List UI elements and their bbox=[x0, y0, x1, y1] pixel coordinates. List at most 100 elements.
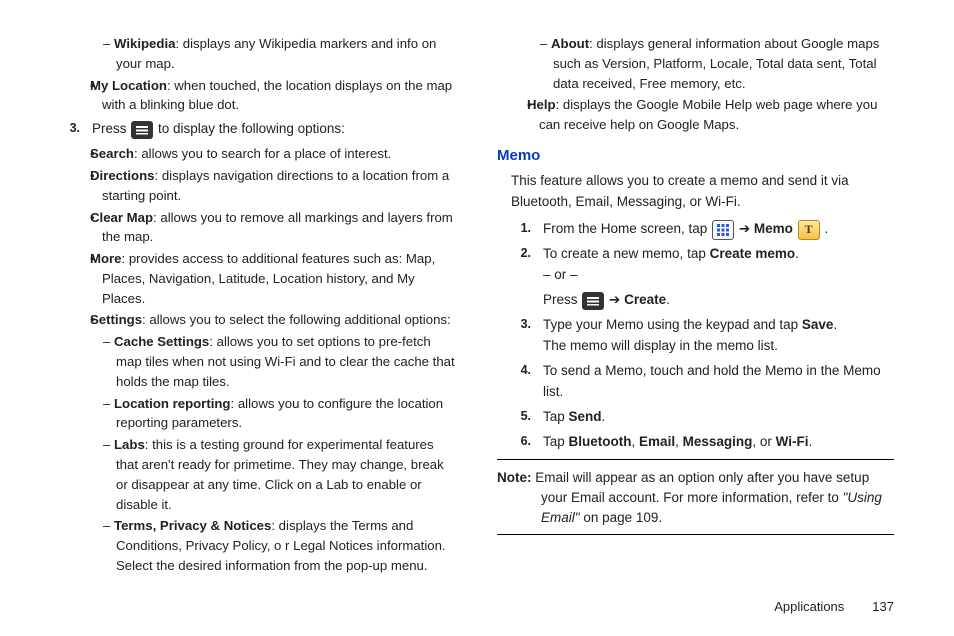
memo-label: Memo bbox=[754, 221, 793, 236]
arrow: ➔ bbox=[735, 221, 754, 236]
text: To create a new memo, tap bbox=[543, 246, 710, 261]
step-number: 5. bbox=[511, 407, 531, 428]
term: Settings bbox=[90, 312, 142, 327]
memo-intro: This feature allows you to create a memo… bbox=[511, 171, 894, 213]
line1: Type your Memo using the keypad and tap … bbox=[543, 315, 894, 336]
or-separator: – or – bbox=[543, 265, 894, 286]
sep: , bbox=[632, 434, 640, 449]
arrow: ➔ bbox=[605, 292, 624, 307]
term: More bbox=[90, 251, 122, 266]
term: My Location bbox=[90, 78, 167, 93]
term: Wikipedia bbox=[114, 36, 175, 51]
line1: To create a new memo, tap Create memo. bbox=[543, 244, 894, 265]
memo-step-1: 1. From the Home screen, tap ➔ Memo T . bbox=[511, 219, 894, 240]
bold: Messaging bbox=[683, 434, 753, 449]
item-location-reporting: – Location reporting: allows you to conf… bbox=[60, 394, 457, 434]
text: . bbox=[821, 221, 829, 236]
step-number: 1. bbox=[511, 219, 531, 240]
memo-step-2: 2. To create a new memo, tap Create memo… bbox=[511, 244, 894, 311]
step-number: 3. bbox=[511, 315, 531, 357]
step-3: 3. Press to display the following option… bbox=[60, 119, 457, 140]
text: . bbox=[795, 246, 799, 261]
desc: : allows you to select the following add… bbox=[142, 312, 451, 327]
note-label: Note: bbox=[497, 470, 532, 485]
memo-steps: 1. From the Home screen, tap ➔ Memo T . … bbox=[497, 219, 894, 452]
menu-icon bbox=[582, 292, 604, 310]
bold: Bluetooth bbox=[569, 434, 632, 449]
right-column: – About: displays general information ab… bbox=[497, 32, 894, 616]
memo-step-6: 6. Tap Bluetooth, Email, Messaging, or W… bbox=[511, 432, 894, 453]
note-body2: on page 109. bbox=[580, 510, 663, 525]
memo-step-4: 4. To send a Memo, touch and hold the Me… bbox=[511, 361, 894, 403]
bold: Save bbox=[802, 317, 834, 332]
bold: Create memo bbox=[710, 246, 796, 261]
step-body: From the Home screen, tap ➔ Memo T . bbox=[543, 219, 894, 240]
text: Tap bbox=[543, 409, 569, 424]
text: Type your Memo using the keypad and tap bbox=[543, 317, 802, 332]
text-after: to display the following options: bbox=[154, 121, 345, 136]
desc: : displays the Google Mobile Help web pa… bbox=[539, 97, 877, 132]
step-body: Press to display the following options: bbox=[92, 119, 457, 140]
term: Location reporting bbox=[114, 396, 231, 411]
step-body: Tap Bluetooth, Email, Messaging, or Wi-F… bbox=[543, 432, 894, 453]
term: About bbox=[551, 36, 589, 51]
horizontal-rule bbox=[497, 534, 894, 535]
text-before: Press bbox=[92, 121, 130, 136]
item-labs: – Labs: this is a testing ground for exp… bbox=[60, 435, 457, 514]
note-body: Email will appear as an option only afte… bbox=[532, 470, 870, 505]
sep: , or bbox=[752, 434, 775, 449]
bold: Email bbox=[639, 434, 675, 449]
two-column-layout: – Wikipedia: displays any Wikipedia mark… bbox=[60, 32, 894, 616]
step-body: To send a Memo, touch and hold the Memo … bbox=[543, 361, 894, 403]
term: Directions bbox=[90, 168, 155, 183]
term: Search bbox=[90, 146, 134, 161]
item-settings: Settings: allows you to select the follo… bbox=[60, 310, 457, 330]
menu-icon bbox=[131, 121, 153, 139]
apps-grid-icon bbox=[712, 220, 734, 240]
item-clear-map: Clear Map: allows you to remove all mark… bbox=[60, 208, 457, 248]
text: Press bbox=[543, 292, 581, 307]
item-wikipedia: – Wikipedia: displays any Wikipedia mark… bbox=[60, 34, 457, 74]
desc: : displays navigation directions to a lo… bbox=[102, 168, 449, 203]
manual-page: – Wikipedia: displays any Wikipedia mark… bbox=[0, 0, 954, 636]
memo-step-3: 3. Type your Memo using the keypad and t… bbox=[511, 315, 894, 357]
step-body: To create a new memo, tap Create memo. –… bbox=[543, 244, 894, 311]
line2: Press ➔ Create. bbox=[543, 290, 894, 311]
step-body: Type your Memo using the keypad and tap … bbox=[543, 315, 894, 357]
left-column: – Wikipedia: displays any Wikipedia mark… bbox=[60, 32, 457, 616]
footer-page-number: 137 bbox=[872, 599, 894, 614]
step-number: 6. bbox=[511, 432, 531, 453]
term: Terms, Privacy & Notices bbox=[114, 518, 271, 533]
sep: , bbox=[675, 434, 683, 449]
step-number: 2. bbox=[511, 244, 531, 311]
term: Help bbox=[527, 97, 556, 112]
memo-step-5: 5. Tap Send. bbox=[511, 407, 894, 428]
step-number: 3. bbox=[60, 119, 80, 140]
desc: : allows you to remove all markings and … bbox=[102, 210, 453, 245]
item-terms: – Terms, Privacy & Notices: displays the… bbox=[60, 516, 457, 575]
note-block: Note: Email will appear as an option onl… bbox=[497, 468, 894, 529]
item-about: – About: displays general information ab… bbox=[497, 34, 894, 93]
text: Tap bbox=[543, 434, 569, 449]
memo-icon: T bbox=[798, 220, 820, 240]
item-help: Help: displays the Google Mobile Help we… bbox=[497, 95, 894, 135]
bold: Send bbox=[569, 409, 602, 424]
step-number: 4. bbox=[511, 361, 531, 403]
item-my-location: My Location: when touched, the location … bbox=[60, 76, 457, 116]
desc: : this is a testing ground for experimen… bbox=[116, 437, 444, 511]
item-more: More: provides access to additional feat… bbox=[60, 249, 457, 308]
horizontal-rule bbox=[497, 459, 894, 460]
desc: : allows you to search for a place of in… bbox=[134, 146, 391, 161]
term: Cache Settings bbox=[114, 334, 209, 349]
bold: Wi-Fi bbox=[776, 434, 809, 449]
desc: : provides access to additional features… bbox=[102, 251, 435, 306]
text: . bbox=[666, 292, 670, 307]
line2: The memo will display in the memo list. bbox=[543, 336, 894, 357]
bold: Create bbox=[624, 292, 666, 307]
sep: . bbox=[809, 434, 813, 449]
text: From the Home screen, tap bbox=[543, 221, 711, 236]
section-heading-memo: Memo bbox=[497, 145, 894, 168]
desc: : displays general information about Goo… bbox=[553, 36, 879, 91]
text: . bbox=[602, 409, 606, 424]
item-cache-settings: – Cache Settings: allows you to set opti… bbox=[60, 332, 457, 391]
